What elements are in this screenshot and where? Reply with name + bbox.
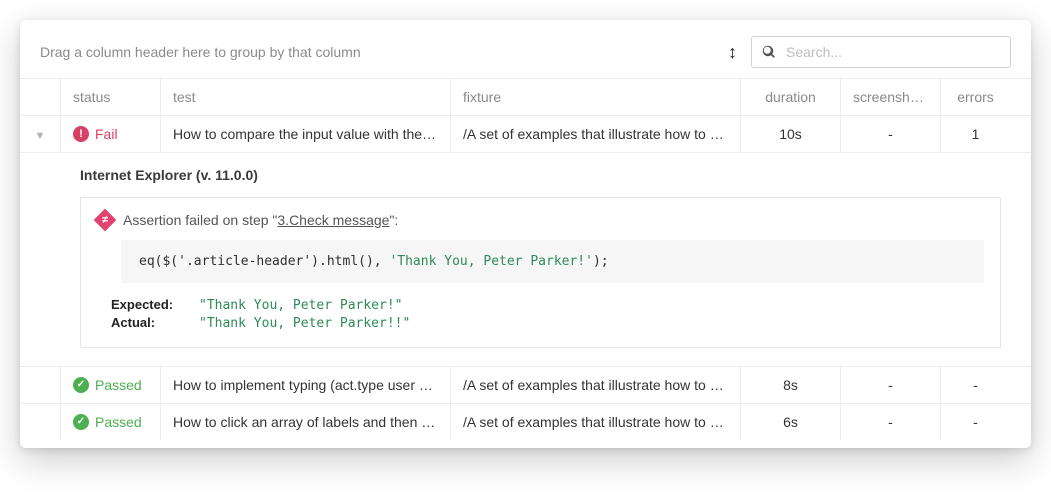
duration-value: 10s	[740, 116, 840, 152]
fail-icon: !	[73, 126, 89, 142]
table-row[interactable]: Passed How to implement typing (act.type…	[20, 366, 1031, 403]
expand-caret-icon[interactable]: ▼	[35, 130, 46, 142]
actual-value: "Thank You, Peter Parker!!"	[199, 316, 410, 331]
test-name: How to click an array of labels and then…	[160, 404, 450, 440]
expected-row: Expected: "Thank You, Peter Parker!"	[111, 297, 984, 313]
errors-value: 1	[940, 116, 1010, 152]
status-cell: Passed	[60, 367, 160, 403]
col-screenshots[interactable]: screenshots	[840, 79, 940, 115]
fixture-path: /A set of examples that illustrate how t…	[450, 367, 740, 403]
status-label: Fail	[95, 126, 118, 142]
search-icon	[762, 45, 776, 59]
actual-row: Actual: "Thank You, Peter Parker!!"	[111, 315, 984, 331]
expected-value: "Thank You, Peter Parker!"	[199, 298, 403, 313]
row-detail: Internet Explorer (v. 11.0.0) ≠ Assertio…	[20, 152, 1031, 366]
screenshots-value: -	[840, 404, 940, 440]
status-label: Passed	[95, 414, 142, 430]
test-name: How to compare the input value with the …	[160, 116, 450, 152]
search-input[interactable]	[784, 43, 1000, 61]
grid-header: status test fixture duration screenshots…	[20, 78, 1031, 115]
screenshots-value: -	[840, 116, 940, 152]
col-errors[interactable]: errors	[940, 79, 1010, 115]
status-label: Passed	[95, 377, 142, 393]
status-cell: Passed	[60, 404, 160, 440]
screenshots-value: -	[840, 367, 940, 403]
fixture-path: /A set of examples that illustrate how t…	[450, 116, 740, 152]
pass-icon	[73, 414, 89, 430]
group-by-hint[interactable]: Drag a column header here to group by th…	[40, 44, 361, 60]
notequal-icon: ≠	[94, 209, 117, 232]
duration-value: 8s	[740, 367, 840, 403]
column-chooser-icon[interactable]: ↕	[728, 43, 737, 61]
errors-value: -	[940, 367, 1010, 403]
fixture-path: /A set of examples that illustrate how t…	[450, 404, 740, 440]
browser-name: Internet Explorer (v. 11.0.0)	[80, 167, 1001, 183]
status-cell: ! Fail	[60, 116, 160, 152]
assertion-box: ≠ Assertion failed on step "3.Check mess…	[80, 197, 1001, 348]
search-box[interactable]	[751, 36, 1011, 68]
duration-value: 6s	[740, 404, 840, 440]
table-row[interactable]: ▼ ! Fail How to compare the input value …	[20, 115, 1031, 152]
col-test[interactable]: test	[160, 79, 450, 115]
topbar: Drag a column header here to group by th…	[20, 20, 1031, 78]
expected-label: Expected:	[111, 297, 187, 312]
col-status[interactable]: status	[60, 79, 160, 115]
topbar-right: ↕	[728, 36, 1011, 68]
table-row[interactable]: Passed How to click an array of labels a…	[20, 403, 1031, 440]
test-name: How to implement typing (act.type user a…	[160, 367, 450, 403]
col-fixture[interactable]: fixture	[450, 79, 740, 115]
assertion-header: ≠ Assertion failed on step "3.Check mess…	[97, 212, 984, 228]
expand-header	[20, 87, 60, 107]
errors-value: -	[940, 404, 1010, 440]
assertion-code: eq($('.article-header').html(), 'Thank Y…	[121, 240, 984, 283]
col-duration[interactable]: duration	[740, 79, 840, 115]
assertion-message: Assertion failed on step "3.Check messag…	[123, 212, 398, 228]
actual-label: Actual:	[111, 315, 187, 330]
results-panel: Drag a column header here to group by th…	[20, 20, 1031, 448]
assertion-step-link[interactable]: 3.Check message	[277, 212, 389, 228]
pass-icon	[73, 377, 89, 393]
